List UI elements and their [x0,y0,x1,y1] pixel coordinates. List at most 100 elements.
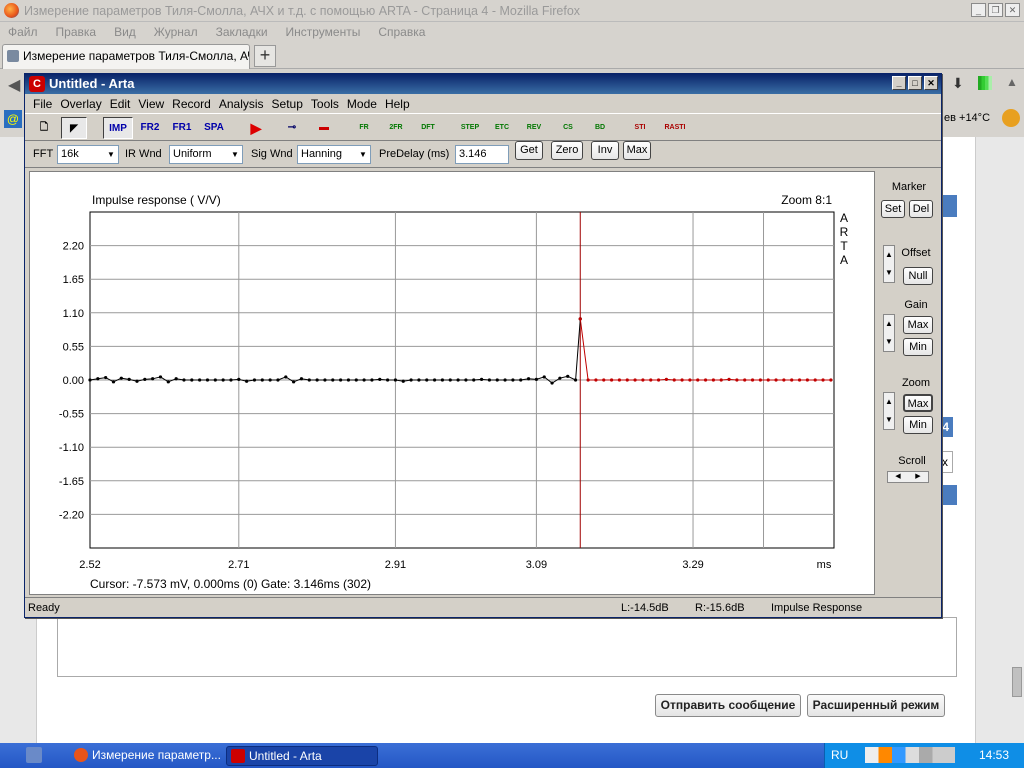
start-icon[interactable] [26,747,42,763]
advanced-mode-button[interactable]: Расширенный режим [807,694,945,717]
marker-del-button[interactable]: Del [909,200,933,218]
arta-menu-view[interactable]: View [134,97,168,111]
series-point [284,375,288,379]
scroll-left-icon[interactable]: ◀ [888,472,908,482]
fr-icon[interactable]: FR [351,117,377,139]
language-indicator[interactable]: RU [831,748,848,762]
series-point [797,378,802,382]
series-point [190,378,194,382]
close-icon[interactable]: ✕ [1005,3,1020,17]
series-point [573,378,578,382]
imp-button[interactable]: IMP [103,117,133,139]
predelay-input[interactable]: 3.146 [455,145,509,164]
etc-icon[interactable]: ETC [489,117,515,139]
close-icon[interactable]: ✕ [924,76,938,90]
page-scrollbar-thumb[interactable] [1012,667,1022,697]
gain-min-button[interactable]: Min [903,338,933,356]
series-point [370,378,374,382]
series-point [393,378,398,382]
cs-icon[interactable]: CS [555,117,581,139]
browser-tab-label: Измерение параметров Тиля-Смолла, АЧХ... [23,49,250,63]
2fr-icon[interactable]: 2FR [383,117,409,139]
x-tick-label: 2.91 [385,559,406,571]
dft-icon[interactable]: DFT [415,117,441,139]
bd-icon[interactable]: BD [587,117,613,139]
system-tray: RU 14:53 [824,743,1024,768]
get-button[interactable]: Get [515,141,543,160]
arta-menu-file[interactable]: File [29,97,56,111]
zero-button[interactable]: Zero [551,141,583,160]
send-message-button[interactable]: Отправить сообщение [655,694,801,717]
scroll-buttons[interactable]: ◀ ▶ [887,471,929,483]
taskbar-firefox[interactable]: Измерение параметр... [70,746,220,766]
arta-menu-mode[interactable]: Mode [343,97,381,111]
arta-menu-edit[interactable]: Edit [106,97,135,111]
series-point [362,378,366,382]
menu-file[interactable]: Файл [8,25,38,39]
series-point [331,378,335,382]
scroll-right-icon[interactable]: ▶ [908,472,928,482]
inv-button[interactable]: Inv [591,141,619,160]
series-point [479,377,484,381]
reply-textarea[interactable] [57,617,957,677]
zoom-max-button[interactable]: Max [903,394,933,412]
fft-select[interactable]: 16k ▼ [57,145,119,164]
settings-icon[interactable] [1002,109,1020,127]
menu-edit[interactable]: Правка [56,25,97,39]
back-icon[interactable]: ◀ [8,75,20,95]
maximize-icon[interactable]: □ [908,76,922,90]
spectrum-icon[interactable]: ▬ [311,117,337,139]
fr2-button[interactable]: FR2 [135,117,165,139]
arta-menu-record[interactable]: Record [168,97,215,111]
taskbar-arta[interactable]: Untitled - Arta [226,746,378,766]
minimize-icon[interactable]: _ [892,76,906,90]
browser-tab[interactable]: Измерение параметров Тиля-Смолла, АЧХ... [2,44,250,69]
gain-max-button[interactable]: Max [903,316,933,334]
generator-icon[interactable]: ⊸ [279,117,305,139]
addon-icon[interactable]: @ [4,110,22,128]
arta-menu-analysis[interactable]: Analysis [215,97,268,111]
max-button[interactable]: Max [623,141,651,160]
record-play-icon[interactable]: ▶ [243,117,269,139]
step-icon[interactable]: STEP [457,117,483,139]
menu-view[interactable]: Вид [114,25,136,39]
arta-menu-tools[interactable]: Tools [307,97,343,111]
series-point [703,378,708,382]
gain-spinner[interactable]: ▲ ▼ [883,314,895,352]
menu-bookmarks[interactable]: Закладки [216,25,268,39]
scroll-up-icon[interactable]: ▲ [1006,75,1018,89]
y-tick-label: 2.20 [63,241,84,253]
arta-menu-setup[interactable]: Setup [268,97,307,111]
minimize-icon[interactable]: _ [971,3,986,17]
series-point [252,378,257,382]
zoom-spinner[interactable]: ▲ ▼ [883,392,895,430]
zoom-min-button[interactable]: Min [903,416,933,434]
series-point [440,378,445,382]
brand-letter: A [840,211,848,225]
cursor-tool-icon[interactable]: ◤ [61,117,87,139]
taskbar-arta-label: Untitled - Arta [249,749,322,763]
clock: 14:53 [979,748,1010,762]
arta-menu-help[interactable]: Help [381,97,414,111]
arta-menu-overlay[interactable]: Overlay [56,97,105,111]
download-icon[interactable]: ⬇ [952,75,964,92]
rev-icon[interactable]: REV [521,117,547,139]
fr1-button[interactable]: FR1 [167,117,197,139]
impulse-response-plot[interactable]: 2.52 2.71 2.91 3.09 3.29 2.20 1.65 1.10 0.55 0.00… [29,171,875,595]
rasti-icon[interactable]: RASTI [659,117,691,139]
new-tab-button[interactable]: + [254,45,276,67]
sig-wnd-select[interactable]: Hanning ▼ [297,145,371,164]
restore-icon[interactable]: ❐ [988,3,1003,17]
ir-wnd-select[interactable]: Uniform ▼ [169,145,243,164]
tray-icons[interactable] [865,747,955,763]
sti-icon[interactable]: STI [627,117,653,139]
series-point [534,377,538,381]
marker-set-button[interactable]: Set [881,200,905,218]
spa-button[interactable]: SPA [199,117,229,139]
new-file-icon[interactable]: 🗋 [31,117,57,139]
offset-null-button[interactable]: Null [903,267,933,285]
ir-wnd-value: Uniform [173,148,212,160]
menu-help[interactable]: Справка [378,25,425,39]
menu-tools[interactable]: Инструменты [286,25,361,39]
menu-history[interactable]: Журнал [154,25,198,39]
